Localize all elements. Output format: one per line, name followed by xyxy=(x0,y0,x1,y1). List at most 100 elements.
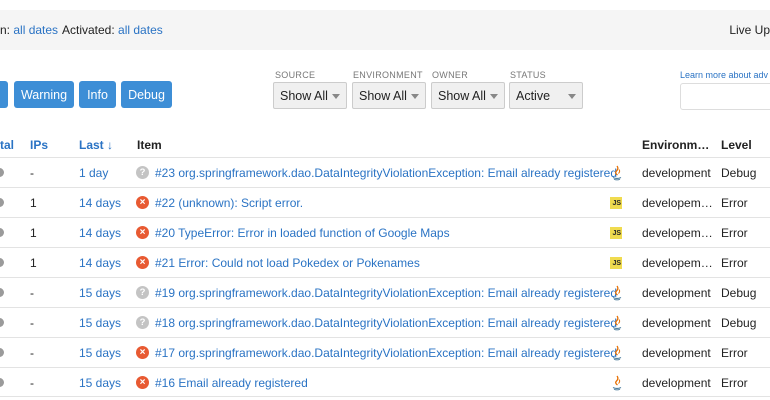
row-level: Debug xyxy=(721,316,757,330)
warning-button[interactable]: Warning xyxy=(14,81,74,108)
row-environment: development xyxy=(642,346,711,360)
status-select[interactable]: Active xyxy=(509,82,583,109)
row-item-link[interactable]: #17 org.springframework.dao.DataIntegrit… xyxy=(155,338,617,368)
row-item-link[interactable]: #19 org.springframework.dao.DataIntegrit… xyxy=(155,278,617,308)
first-seen-link[interactable]: all dates xyxy=(13,23,58,37)
row-ips: 1 xyxy=(30,256,37,270)
row-level: Error xyxy=(721,376,748,390)
status-label: STATUS xyxy=(510,70,546,80)
header-ips[interactable]: IPs xyxy=(30,138,48,152)
chevron-down-icon xyxy=(332,94,340,99)
java-icon xyxy=(612,285,622,301)
live-update-toggle[interactable]: Live Up xyxy=(729,23,770,37)
owner-label: OWNER xyxy=(432,70,468,80)
first-seen-filter: n: all dates xyxy=(0,23,58,37)
level-button-first[interactable] xyxy=(0,81,8,108)
table-row[interactable]: - 15 days ? #18 org.springframework.dao.… xyxy=(0,307,770,337)
row-item-link[interactable]: #23 org.springframework.dao.DataIntegrit… xyxy=(155,158,617,188)
row-last-seen[interactable]: 1 day xyxy=(79,158,108,188)
platform-icon: JS xyxy=(610,255,624,271)
table-header: tal IPs Last ↓ Item Environm… Level xyxy=(0,138,770,154)
row-last-seen[interactable]: 15 days xyxy=(79,368,121,398)
java-icon xyxy=(612,315,622,331)
first-seen-label: n: xyxy=(0,23,11,37)
activated-link[interactable]: all dates xyxy=(118,23,163,37)
error-icon: × xyxy=(136,376,149,389)
activated-label: Activated: xyxy=(62,23,115,37)
row-last-seen[interactable]: 15 days xyxy=(79,278,121,308)
activated-filter: Activated: all dates xyxy=(62,23,163,37)
header-environment: Environm… xyxy=(642,138,710,152)
java-icon xyxy=(612,345,622,361)
row-level: Error xyxy=(721,256,748,270)
row-ips: - xyxy=(30,346,34,360)
source-value: Show All xyxy=(280,88,328,103)
status-value: Active xyxy=(516,88,551,103)
total-indicator xyxy=(0,258,4,267)
items-table: - 1 day ? #23 org.springframework.dao.Da… xyxy=(0,157,770,397)
row-ips: - xyxy=(30,376,34,390)
header-last[interactable]: Last ↓ xyxy=(79,138,113,152)
platform-icon xyxy=(610,165,624,181)
platform-icon xyxy=(610,345,624,361)
row-last-seen[interactable]: 15 days xyxy=(79,308,121,338)
chevron-down-icon xyxy=(411,94,419,99)
row-environment: developem… xyxy=(642,196,713,210)
table-row[interactable]: - 15 days × #16 Email already registered… xyxy=(0,367,770,397)
chevron-down-icon xyxy=(568,94,576,99)
row-last-seen[interactable]: 14 days xyxy=(79,248,121,278)
row-ips: - xyxy=(30,286,34,300)
row-environment: development xyxy=(642,286,711,300)
owner-select[interactable]: Show All xyxy=(431,82,505,109)
platform-icon xyxy=(610,315,624,331)
debug-icon: ? xyxy=(136,286,149,299)
table-row[interactable]: - 1 day ? #23 org.springframework.dao.Da… xyxy=(0,157,770,187)
table-row[interactable]: - 15 days × #17 org.springframework.dao.… xyxy=(0,337,770,367)
row-item-link[interactable]: #18 org.springframework.dao.DataIntegrit… xyxy=(155,308,617,338)
row-level: Error xyxy=(721,226,748,240)
debug-button[interactable]: Debug xyxy=(121,81,172,108)
platform-icon: JS xyxy=(610,225,624,241)
row-level: Error xyxy=(721,196,748,210)
info-button[interactable]: Info xyxy=(79,81,116,108)
advanced-search-input[interactable] xyxy=(680,83,770,110)
header-total[interactable]: tal xyxy=(0,138,14,152)
date-filter-bar: n: all dates Activated: all dates Live U… xyxy=(0,10,770,50)
error-icon: × xyxy=(136,346,149,359)
environment-select[interactable]: Show All xyxy=(352,82,426,109)
total-indicator xyxy=(0,378,4,387)
total-indicator xyxy=(0,198,4,207)
platform-icon xyxy=(610,375,624,391)
total-indicator xyxy=(0,318,4,327)
row-last-seen[interactable]: 14 days xyxy=(79,218,121,248)
source-select[interactable]: Show All xyxy=(273,82,347,109)
row-last-seen[interactable]: 15 days xyxy=(79,338,121,368)
row-item-link[interactable]: #22 (unknown): Script error. xyxy=(155,188,303,218)
row-item-link[interactable]: #20 TypeError: Error in loaded function … xyxy=(155,218,450,248)
javascript-icon: JS xyxy=(610,227,622,239)
row-item-link[interactable]: #16 Email already registered xyxy=(155,368,308,398)
row-environment: developem… xyxy=(642,256,713,270)
row-last-seen[interactable]: 14 days xyxy=(79,188,121,218)
row-environment: development xyxy=(642,316,711,330)
java-icon xyxy=(612,375,622,391)
error-icon: × xyxy=(136,226,149,239)
table-row[interactable]: - 15 days ? #19 org.springframework.dao.… xyxy=(0,277,770,307)
java-icon xyxy=(612,165,622,181)
row-ips: - xyxy=(30,166,34,180)
total-indicator xyxy=(0,168,4,177)
total-indicator xyxy=(0,348,4,357)
row-level: Debug xyxy=(721,166,757,180)
row-ips: - xyxy=(30,316,34,330)
header-level: Level xyxy=(721,138,752,152)
total-indicator xyxy=(0,228,4,237)
row-item-link[interactable]: #21 Error: Could not load Pokedex or Pok… xyxy=(155,248,420,278)
javascript-icon: JS xyxy=(610,257,622,269)
table-row[interactable]: 1 14 days × #21 Error: Could not load Po… xyxy=(0,247,770,277)
header-item: Item xyxy=(137,138,162,152)
table-row[interactable]: 1 14 days × #20 TypeError: Error in load… xyxy=(0,217,770,247)
table-row[interactable]: 1 14 days × #22 (unknown): Script error.… xyxy=(0,187,770,217)
debug-icon: ? xyxy=(136,316,149,329)
learn-more-link[interactable]: Learn more about adv xyxy=(680,70,768,80)
error-icon: × xyxy=(136,256,149,269)
